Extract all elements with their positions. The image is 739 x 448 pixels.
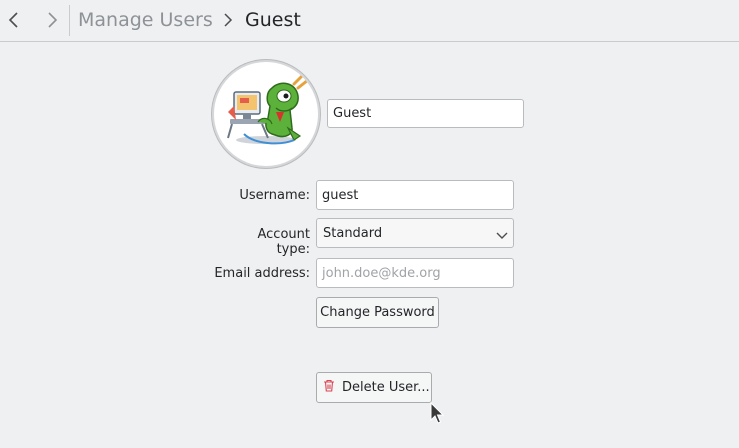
email-field[interactable]: john.doe@kde.org [316,258,514,288]
username-label: Username: [239,188,310,203]
forward-button[interactable] [38,6,66,34]
delete-user-button[interactable]: Delete User... [316,372,432,403]
trash-icon [323,379,335,396]
username-field[interactable]: guest [316,180,514,210]
chevron-right-icon [223,12,233,31]
change-password-button[interactable]: Change Password [316,297,439,328]
display-name-field[interactable]: Guest [327,99,524,128]
back-button[interactable] [0,6,28,34]
chevron-down-icon [496,229,508,244]
breadcrumb-parent[interactable]: Manage Users [78,9,213,31]
email-label: Email address: [214,266,310,281]
account-type-dropdown[interactable]: Standard [316,218,514,248]
konqi-avatar-icon [227,72,310,145]
mouse-cursor-icon [430,401,445,428]
chevron-left-icon [8,12,18,28]
avatar[interactable] [212,60,320,168]
account-type-label: Account type: [257,227,311,257]
page-title: Guest [245,9,301,31]
header-bar: Manage Users Guest [0,0,739,42]
delete-user-label: Delete User... [342,380,430,395]
account-type-value: Standard [323,226,383,241]
chevron-right-icon [48,12,58,28]
header-divider [69,5,70,36]
